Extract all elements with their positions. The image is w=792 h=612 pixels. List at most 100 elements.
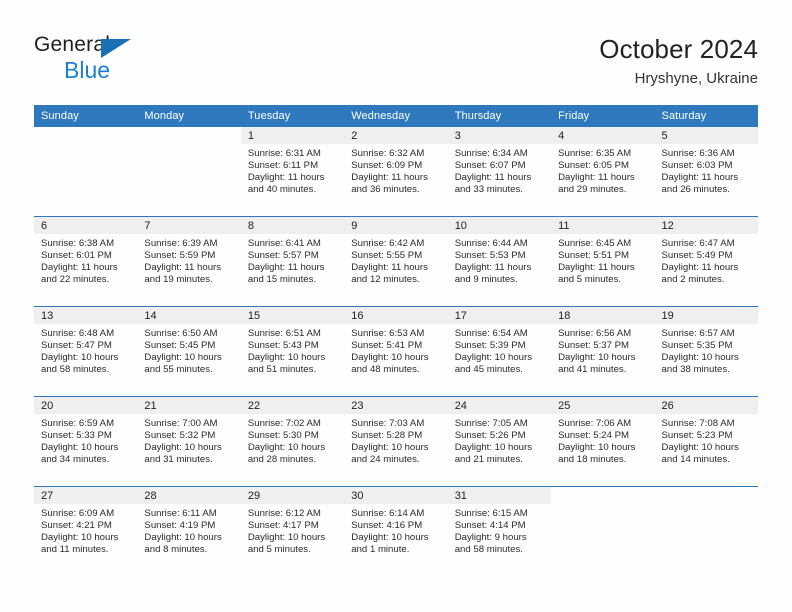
calendar-day-cell[interactable]: 8 Sunrise: 6:41 AM Sunset: 5:57 PM Daylight… [240,216,345,307]
detail-sunset: Sunset: 4:21 PM [41,520,112,532]
day-cell-inner: 26 Sunrise: 7:08 AM Sunset: 5:23 PM Dayligh… [654,397,758,486]
day-number: 28 [137,487,241,504]
day-details: Sunrise: 6:51 AM Sunset: 5:43 PM Daylight:… [241,324,344,376]
calendar-day-cell[interactable]: 28 Sunrise: 6:11 AM Sunset: 4:19 PM Dayligh… [137,486,241,576]
day-cell-inner: 6 Sunrise: 6:38 AM Sunset: 6:01 PM Daylight… [34,217,138,306]
calendar-day-cell[interactable]: 26 Sunrise: 7:08 AM Sunset: 5:23 PM Dayligh… [654,396,758,487]
calendar-day-cell[interactable]: 25 Sunrise: 7:06 AM Sunset: 5:24 PM Dayligh… [551,396,655,487]
day-number: 21 [137,397,241,414]
day-number: 9 [344,217,448,234]
calendar-day-cell[interactable]: 21 Sunrise: 7:00 AM Sunset: 5:32 PM Dayligh… [137,396,241,487]
detail-daylight-line1: Daylight: 11 hours [558,262,635,274]
calendar-day-cell[interactable]: 15 Sunrise: 6:51 AM Sunset: 5:43 PM Dayligh… [240,306,345,397]
detail-sunset: Sunset: 5:45 PM [144,340,216,352]
day-cell-inner: 19 Sunrise: 6:57 AM Sunset: 5:35 PM Dayligh… [654,307,758,396]
day-number: 22 [240,397,345,414]
day-details: Sunrise: 6:32 AM Sunset: 6:09 PM Daylight:… [344,144,447,196]
calendar-day-cell[interactable]: 11 Sunrise: 6:45 AM Sunset: 5:51 PM Dayligh… [551,216,655,307]
calendar-day-cell[interactable]: 31 Sunrise: 6:15 AM Sunset: 4:14 PM Dayligh… [447,486,552,576]
day-cell-inner [34,127,137,216]
detail-daylight-line2: and 1 minute. [351,544,410,556]
detail-sunset: Sunset: 5:55 PM [351,250,423,262]
calendar-day-cell[interactable]: 6 Sunrise: 6:38 AM Sunset: 6:01 PM Daylight… [34,216,138,307]
detail-sunset: Sunset: 5:30 PM [247,430,319,442]
calendar-day-cell[interactable]: 4 Sunrise: 6:35 AM Sunset: 6:05 PM Daylight… [551,127,655,217]
detail-sunrise: Sunrise: 6:53 AM [351,328,425,339]
day-number [34,127,137,144]
detail-sunset: Sunset: 5:59 PM [144,250,216,262]
calendar-day-cell[interactable]: 19 Sunrise: 6:57 AM Sunset: 5:35 PM Dayligh… [654,306,758,397]
calendar-day-cell[interactable]: 24 Sunrise: 7:05 AM Sunset: 5:26 PM Dayligh… [447,396,552,487]
calendar-day-cell[interactable]: 12 Sunrise: 6:47 AM Sunset: 5:49 PM Dayligh… [654,216,758,307]
detail-sunrise: Sunrise: 6:34 AM [454,148,528,159]
detail-daylight-line2: and 55 minutes. [144,364,213,376]
day-cell-inner: 18 Sunrise: 6:56 AM Sunset: 5:37 PM Dayligh… [551,307,655,396]
detail-sunrise: Sunrise: 7:00 AM [144,418,218,429]
calendar-day-cell[interactable]: 18 Sunrise: 6:56 AM Sunset: 5:37 PM Dayligh… [551,306,655,397]
calendar-day-cell[interactable]: 14 Sunrise: 6:50 AM Sunset: 5:45 PM Dayligh… [137,306,241,397]
detail-daylight-line2: and 2 minutes. [661,274,725,286]
detail-sunrise: Sunrise: 6:56 AM [558,328,632,339]
detail-sunset: Sunset: 5:33 PM [41,430,112,442]
day-number: 11 [551,217,655,234]
detail-daylight-line1: Daylight: 10 hours [144,532,222,544]
detail-sunset: Sunset: 5:35 PM [661,340,733,352]
day-details: Sunrise: 6:15 AM Sunset: 4:14 PM Daylight:… [448,504,551,556]
day-number: 18 [551,307,655,324]
detail-sunrise: Sunrise: 6:45 AM [558,238,632,249]
calendar-day-cell[interactable]: 30 Sunrise: 6:14 AM Sunset: 4:16 PM Dayligh… [344,486,448,576]
calendar-day-cell[interactable]: 23 Sunrise: 7:03 AM Sunset: 5:28 PM Dayligh… [344,396,448,487]
calendar-cell-empty [34,127,137,217]
day-details: Sunrise: 6:56 AM Sunset: 5:37 PM Daylight:… [551,324,654,376]
detail-sunrise: Sunrise: 6:35 AM [558,148,632,159]
detail-sunrise: Sunrise: 6:09 AM [41,508,115,519]
day-details: Sunrise: 6:38 AM Sunset: 6:01 PM Daylight:… [34,234,137,286]
detail-sunrise: Sunrise: 6:57 AM [661,328,735,339]
day-cell-inner: 17 Sunrise: 6:54 AM Sunset: 5:39 PM Dayligh… [447,307,552,396]
calendar-day-cell[interactable]: 3 Sunrise: 6:34 AM Sunset: 6:07 PM Daylight… [447,127,552,217]
detail-daylight-line1: Daylight: 10 hours [144,442,222,454]
day-number: 3 [447,127,552,144]
day-details [34,144,137,148]
day-cell-inner: 14 Sunrise: 6:50 AM Sunset: 5:45 PM Dayligh… [137,307,241,396]
calendar-day-cell[interactable]: 9 Sunrise: 6:42 AM Sunset: 5:55 PM Daylight… [344,216,448,307]
calendar-day-cell[interactable]: 22 Sunrise: 7:02 AM Sunset: 5:30 PM Dayligh… [240,396,345,487]
detail-daylight-line1: Daylight: 11 hours [661,262,739,274]
detail-sunrise: Sunrise: 6:32 AM [351,148,425,159]
calendar-day-cell[interactable]: 1 Sunrise: 6:31 AM Sunset: 6:11 PM Daylight… [240,127,345,217]
day-cell-inner [551,487,654,576]
day-number: 14 [137,307,241,324]
day-details: Sunrise: 6:34 AM Sunset: 6:07 PM Daylight:… [448,144,551,196]
calendar-day-cell[interactable]: 17 Sunrise: 6:54 AM Sunset: 5:39 PM Dayligh… [447,306,552,397]
calendar-day-cell[interactable]: 2 Sunrise: 6:32 AM Sunset: 6:09 PM Daylight… [344,127,448,217]
calendar-day-cell[interactable]: 20 Sunrise: 6:59 AM Sunset: 5:33 PM Dayligh… [34,396,138,487]
calendar-day-cell[interactable]: 13 Sunrise: 6:48 AM Sunset: 5:47 PM Dayligh… [34,306,138,397]
day-cell-inner: 2 Sunrise: 6:32 AM Sunset: 6:09 PM Daylight… [344,127,448,216]
day-number: 4 [551,127,655,144]
detail-sunrise: Sunrise: 6:36 AM [661,148,735,159]
day-number: 23 [344,397,448,414]
general-blue-logo[interactable]: General Blue [34,33,234,91]
detail-daylight-line1: Daylight: 10 hours [41,532,119,544]
calendar-day-cell[interactable]: 27 Sunrise: 6:09 AM Sunset: 4:21 PM Dayligh… [34,486,138,576]
detail-daylight-line2: and 33 minutes. [454,184,523,196]
page-header: General Blue October 2024 Hryshyne, Ukra… [34,33,758,95]
detail-sunset: Sunset: 5:28 PM [351,430,423,442]
calendar-day-cell[interactable]: 10 Sunrise: 6:44 AM Sunset: 5:53 PM Dayligh… [447,216,552,307]
detail-sunrise: Sunrise: 6:54 AM [454,328,528,339]
detail-daylight-line2: and 41 minutes. [558,364,627,376]
day-details: Sunrise: 6:44 AM Sunset: 5:53 PM Daylight:… [448,234,551,286]
calendar-day-cell[interactable]: 16 Sunrise: 6:53 AM Sunset: 5:41 PM Dayligh… [344,306,448,397]
weekday-header-saturday: Saturday [654,105,758,127]
calendar-day-cell[interactable]: 7 Sunrise: 6:39 AM Sunset: 5:59 PM Daylight… [137,216,241,307]
day-cell-inner: 9 Sunrise: 6:42 AM Sunset: 5:55 PM Daylight… [344,217,448,306]
detail-daylight-line2: and 58 minutes. [41,364,110,376]
day-details: Sunrise: 6:31 AM Sunset: 6:11 PM Daylight:… [241,144,344,196]
calendar-day-cell[interactable]: 5 Sunrise: 6:36 AM Sunset: 6:03 PM Daylight… [654,127,758,217]
detail-sunset: Sunset: 5:24 PM [558,430,630,442]
calendar-day-cell[interactable]: 29 Sunrise: 6:12 AM Sunset: 4:17 PM Dayligh… [240,486,345,576]
detail-sunset: Sunset: 5:26 PM [454,430,526,442]
detail-sunrise: Sunrise: 6:11 AM [144,508,217,519]
detail-sunrise: Sunrise: 6:12 AM [247,508,321,519]
day-number [655,487,758,504]
